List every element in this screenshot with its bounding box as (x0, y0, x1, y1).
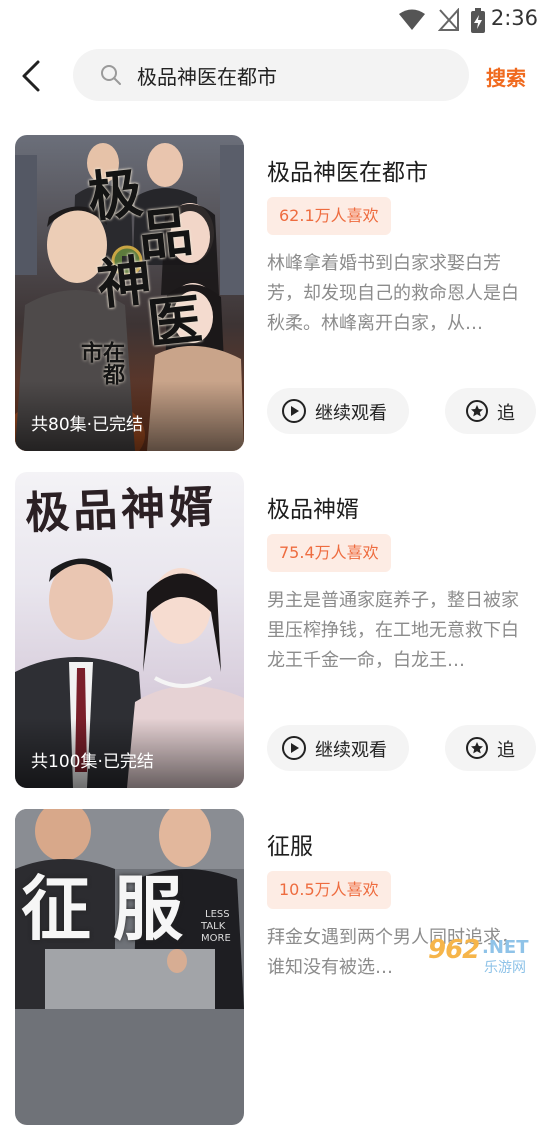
drama-description: 林峰拿着婚书到白家求娶白芳芳，却发现自己的救命恩人是白秋柔。林峰离开白家，从… (267, 253, 519, 334)
continue-watching-button[interactable]: 继续观看 (267, 388, 409, 434)
play-icon (282, 399, 306, 423)
likes-badge: 62.1万人喜欢 (267, 197, 391, 235)
follow-label: 追 (497, 740, 515, 761)
drama-title[interactable]: 极品神婿 (267, 490, 359, 524)
poster-image[interactable]: 极品神医 在都市 共80集·已完结 (15, 135, 244, 451)
poster-image[interactable]: 极品神婿 共100集·已完结 (15, 472, 244, 788)
search-header: 极品神医在都市 搜索 (0, 40, 552, 112)
wifi-icon (399, 9, 425, 30)
continue-watching-label: 继续观看 (315, 403, 387, 424)
site-watermark: 962 .NET 乐游网 (420, 935, 544, 977)
poster-title: 极品神婿 (24, 481, 218, 540)
status-bar: 2:36 (0, 0, 552, 40)
poster-title: 极品神医 在都市 (77, 160, 205, 385)
episode-count: 共80集·已完结 (31, 415, 144, 435)
search-input[interactable]: 极品神医在都市 (73, 49, 469, 101)
clock: 2:36 (490, 6, 538, 30)
continue-watching-label: 继续观看 (315, 740, 387, 761)
episode-count: 共100集·已完结 (31, 752, 154, 772)
result-card[interactable]: 极品神医 在都市 共80集·已完结 极品神医在都市 62.1万人喜欢 林峰拿着婚… (15, 135, 537, 451)
drama-title[interactable]: 极品神医在都市 (267, 153, 428, 187)
watermark-text: 乐游网 (484, 960, 526, 976)
continue-watching-button[interactable]: 继续观看 (267, 725, 409, 771)
search-button[interactable]: 搜索 (486, 62, 526, 91)
star-icon (466, 737, 488, 759)
poster-shirt-text: LESS (205, 909, 230, 920)
follow-button[interactable]: 追 (445, 725, 536, 771)
follow-button[interactable]: 追 (445, 388, 536, 434)
no-signal-icon (438, 8, 459, 31)
watermark-suffix: .NET (482, 937, 529, 958)
likes-badge: 75.4万人喜欢 (267, 534, 391, 572)
battery-charging-icon (471, 8, 485, 33)
svg-text:MORE: MORE (201, 933, 231, 944)
poster-image[interactable]: LESS TALK MORE 征服 (15, 809, 244, 1125)
result-card[interactable]: 极品神婿 共100集·已完结 极品神婿 75.4万人喜欢 男主是普通家庭养子，整… (15, 472, 537, 788)
follow-label: 追 (497, 403, 515, 424)
search-query: 极品神医在都市 (137, 65, 277, 89)
likes-badge: 10.5万人喜欢 (267, 871, 391, 909)
play-icon (282, 736, 306, 760)
poster-title: 征服 (21, 867, 205, 950)
poster-title-char: 医 (144, 286, 205, 356)
star-icon (466, 400, 488, 422)
chevron-left-icon[interactable] (12, 54, 52, 98)
drama-description: 男主是普通家庭养子，整日被家里压榨挣钱，在工地无意救下白龙王千金一命，白龙王… (267, 590, 519, 671)
drama-title[interactable]: 征服 (267, 827, 313, 861)
search-icon (101, 65, 121, 85)
watermark-number: 962 (428, 935, 480, 965)
